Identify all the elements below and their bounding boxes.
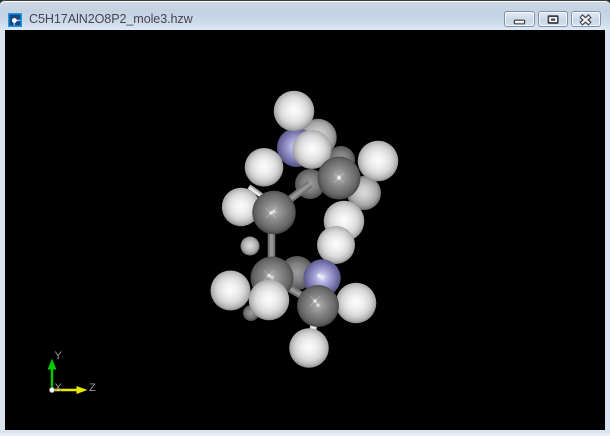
svg-text:Y: Y xyxy=(55,350,63,362)
svg-text:Z: Z xyxy=(89,382,96,394)
svg-text:X: X xyxy=(55,382,63,394)
